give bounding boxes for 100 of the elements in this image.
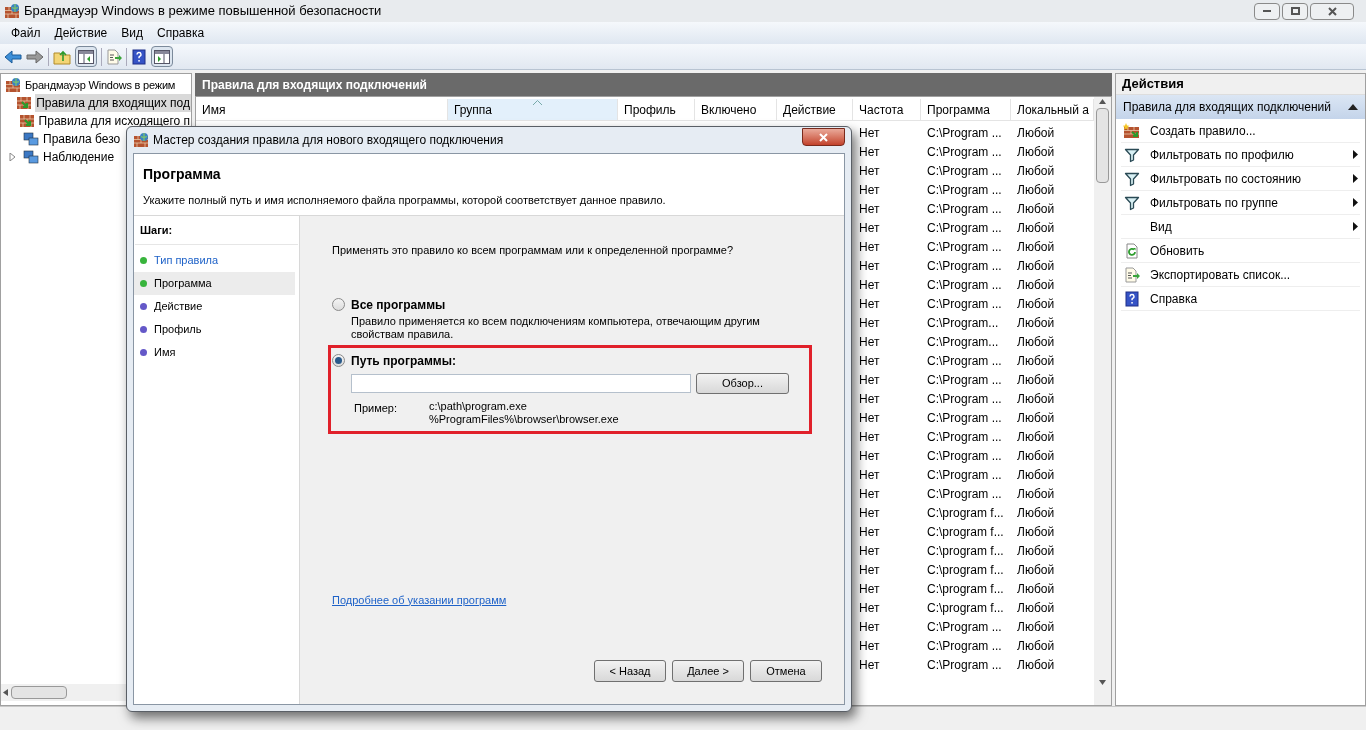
table-cell-text: Нет	[858, 257, 881, 275]
table-cell-text: Нет	[858, 656, 881, 674]
column-header[interactable]: Группа	[448, 99, 618, 120]
menu-item[interactable]: Вид	[114, 24, 150, 42]
tree-item[interactable]: Правила для исходящего п	[37, 112, 191, 130]
tree-toggle-button[interactable]	[75, 46, 97, 67]
dialog-button[interactable]: < Назад	[594, 660, 666, 682]
pane-header: Действия	[1116, 74, 1365, 95]
action-item[interactable]: Фильтровать по группе	[1121, 191, 1360, 215]
tree-item[interactable]: Правила безо	[42, 130, 122, 148]
table-cell-text: Нет	[858, 162, 881, 180]
table-cell-text: Любой	[1016, 580, 1056, 598]
scroll-thumb[interactable]	[11, 686, 67, 699]
radio-label[interactable]: Все программы	[351, 295, 446, 314]
table-cell-text: Любой	[1016, 599, 1056, 617]
folder-up-icon[interactable]	[53, 48, 71, 65]
table-cell-text: C:\Program ...	[926, 352, 1003, 370]
step-item[interactable]: Действие	[134, 294, 295, 318]
scroll-down-icon[interactable]	[1099, 680, 1106, 685]
example-label: Пример:	[354, 400, 399, 416]
firewall-icon	[5, 77, 21, 93]
menu-item[interactable]: Файл	[4, 24, 48, 42]
table-cell-text: Любой	[1016, 485, 1056, 503]
radio-label[interactable]: Путь программы:	[351, 351, 456, 370]
filter-icon	[1124, 146, 1140, 163]
step-item[interactable]: Имя	[134, 340, 295, 364]
table-cell-text: Любой	[1016, 504, 1056, 522]
table-cell-text: C:\Program ...	[926, 162, 1003, 180]
column-header[interactable]: Действие	[777, 99, 853, 120]
pane-header: Правила для входящих подключений	[195, 73, 1112, 96]
scroll-up-icon[interactable]	[1099, 99, 1106, 104]
dialog-button[interactable]: Далее >	[672, 660, 744, 682]
table-cell-text: Любой	[1016, 181, 1056, 199]
action-item[interactable]: Экспортировать список...	[1121, 263, 1360, 287]
action-item[interactable]: Фильтровать по профилю	[1121, 143, 1360, 167]
new-rule-icon	[1123, 122, 1141, 139]
column-header[interactable]: Частота	[853, 99, 921, 120]
table-cell-text: Любой	[1016, 637, 1056, 655]
tree-item[interactable]: Брандмауэр Windows в режим	[1, 76, 191, 94]
firewall-icon	[133, 132, 149, 148]
table-cell-text: Любой	[1016, 656, 1056, 674]
step-item[interactable]: Тип правила	[134, 248, 295, 272]
forward-icon[interactable]	[26, 48, 44, 65]
maximize-icon	[1290, 7, 1300, 15]
table-cell-text: C:\program f...	[926, 523, 1005, 541]
table-cell-text: C:\Program ...	[926, 143, 1003, 161]
help-link[interactable]: Подробнее об указании программ	[332, 591, 507, 608]
radio-button[interactable]	[332, 354, 345, 367]
table-cell-text: C:\Program ...	[926, 238, 1003, 256]
page-heading: Программа	[143, 165, 222, 184]
maximize-button[interactable]	[1282, 2, 1308, 20]
section-header[interactable]: Правила для входящих подключений	[1116, 95, 1365, 119]
filter-icon	[1124, 194, 1140, 211]
table-cell-text: Нет	[858, 219, 881, 237]
expand-icon[interactable]	[8, 153, 16, 161]
close-button[interactable]	[1310, 2, 1354, 20]
action-item[interactable]: Справка	[1121, 287, 1360, 311]
export-icon	[1124, 266, 1140, 283]
back-icon[interactable]	[4, 48, 22, 65]
column-header[interactable]: Включено	[695, 99, 777, 120]
table-cell-text: C:\Program...	[926, 333, 1000, 351]
question-text: Применять это правило ко всем программам или к определенной программе?	[332, 243, 735, 258]
table-cell-text: Нет	[858, 295, 881, 313]
filter-icon	[1124, 170, 1140, 187]
tree-item[interactable]: Правила для входящих под	[35, 94, 191, 112]
dialog-button[interactable]: Отмена	[750, 660, 822, 682]
menu-item[interactable]: Справка	[150, 24, 212, 42]
table-cell-text: Любой	[1016, 542, 1056, 560]
table-cell-text: C:\Program ...	[926, 428, 1003, 446]
action-item[interactable]: Создать правило...	[1121, 119, 1360, 143]
scrollbar[interactable]	[1094, 97, 1111, 705]
close-button[interactable]	[802, 128, 845, 146]
scroll-thumb[interactable]	[1096, 108, 1109, 183]
table-cell-text: C:\Program ...	[926, 219, 1003, 237]
tree-item[interactable]: Наблюдение	[42, 148, 116, 166]
minimize-button[interactable]	[1254, 2, 1280, 20]
column-header[interactable]: Профиль	[618, 99, 695, 120]
table-cell-text: Любой	[1016, 409, 1056, 427]
option-description: Правило применяется ко всем подключениям компьютера, отвечающим другим свойствам правила.	[350, 314, 761, 341]
submenu-arrow-icon	[1353, 174, 1358, 183]
action-pane-toggle-button[interactable]	[151, 46, 173, 67]
radio-button[interactable]	[332, 298, 345, 311]
example-path: c:\path\program.exe	[429, 399, 528, 413]
table-cell-text: C:\Program ...	[926, 485, 1003, 503]
action-item[interactable]: Обновить	[1121, 239, 1360, 263]
table-cell-text: C:\Program ...	[926, 257, 1003, 275]
path-input-field[interactable]	[351, 373, 691, 393]
example-path: %ProgramFiles%\browser\browser.exe	[429, 412, 619, 426]
action-item[interactable]: Вид	[1121, 215, 1360, 239]
table-cell-text: Нет	[858, 542, 881, 560]
browse-button[interactable]: Обзор...	[696, 372, 789, 394]
scroll-left-icon[interactable]	[3, 689, 8, 696]
column-header[interactable]: Программа	[921, 99, 1011, 120]
table-cell-text: C:\Program ...	[926, 466, 1003, 484]
table-cell-text: Нет	[858, 333, 881, 351]
action-item[interactable]: Фильтровать по состоянию	[1121, 167, 1360, 191]
table-cell-text: Нет	[858, 352, 881, 370]
step-item[interactable]: Программа	[134, 271, 295, 295]
menu-item[interactable]: Действие	[47, 24, 115, 42]
step-item[interactable]: Профиль	[134, 317, 295, 341]
